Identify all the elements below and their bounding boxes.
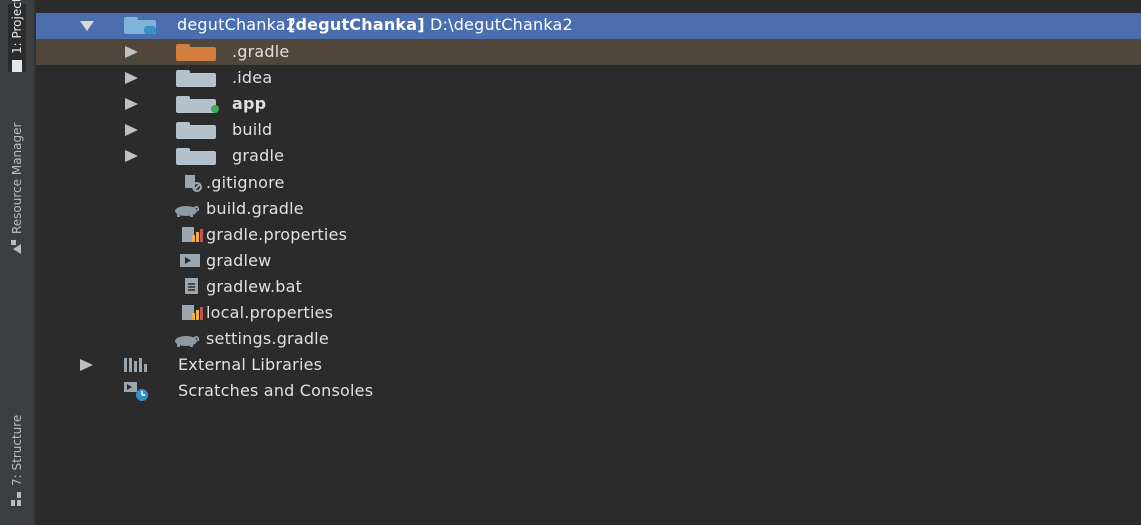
- tree-item-label: External Libraries: [178, 355, 323, 374]
- root-path: D:\degutChanka2: [430, 15, 573, 34]
- tree-item-label: build: [232, 120, 273, 139]
- resource-manager-icon: [9, 240, 26, 254]
- tool-window-strip: 1: Project Resource Manager 7: Structure: [0, 0, 34, 525]
- module-dot-icon: [211, 105, 219, 113]
- tree-item-label: gradle: [232, 146, 285, 165]
- tree-scratches[interactable]: Scratches and Consoles: [36, 378, 1141, 404]
- gradle-elephant-icon: [175, 336, 200, 347]
- tab-structure[interactable]: 7: Structure: [8, 406, 26, 506]
- scratches-icon: [124, 382, 148, 401]
- tree-item-label: build.gradle: [206, 199, 304, 218]
- tree-item-app[interactable]: app: [36, 91, 1141, 117]
- root-module: [degutChanka]: [288, 15, 425, 34]
- tree-item-build-gradle[interactable]: build.gradle: [36, 196, 1141, 222]
- tab-resource-manager-label: Resource Manager: [10, 122, 24, 234]
- tree-item-gradlew-bat[interactable]: gradlew.bat: [36, 274, 1141, 300]
- folder-icon: [176, 148, 216, 165]
- tree-item-gitignore[interactable]: .gitignore: [36, 170, 1141, 196]
- tree-item-settings-gradle[interactable]: settings.gradle: [36, 326, 1141, 352]
- tree-item-gradlew[interactable]: gradlew: [36, 248, 1141, 274]
- tree-item-label: gradlew: [206, 251, 272, 270]
- library-icon: [124, 358, 147, 372]
- tree-item-label: Scratches and Consoles: [178, 381, 374, 400]
- tree-item-label: gradlew.bat: [206, 277, 303, 296]
- project-tree: degutChanka2 [degutChanka] D:\degutChank…: [36, 0, 1141, 525]
- root-name: degutChanka2: [177, 15, 297, 34]
- expand-arrow-icon[interactable]: [125, 46, 138, 58]
- expand-arrow-icon[interactable]: [125, 150, 138, 162]
- expand-arrow-icon[interactable]: [80, 359, 93, 371]
- collapse-arrow-icon[interactable]: [80, 21, 94, 31]
- folder-orange-icon: [176, 44, 216, 61]
- tree-item-label: app: [232, 94, 267, 113]
- tree-external-libraries[interactable]: External Libraries: [36, 352, 1141, 378]
- module-folder-icon: [176, 96, 216, 113]
- properties-file-icon: [182, 305, 203, 320]
- tree-item-local-properties[interactable]: local.properties: [36, 300, 1141, 326]
- expand-arrow-icon[interactable]: [125, 124, 138, 136]
- properties-file-icon: [182, 227, 203, 242]
- gradle-elephant-icon: [175, 206, 200, 217]
- ignore-file-icon: [185, 175, 202, 192]
- expand-arrow-icon[interactable]: [125, 72, 138, 84]
- tree-item-gradle-properties[interactable]: gradle.properties: [36, 222, 1141, 248]
- tab-structure-label: 7: Structure: [10, 414, 24, 486]
- folder-icon: [176, 122, 216, 139]
- tree-item-label: gradle.properties: [206, 225, 348, 244]
- tree-item-label: .gradle: [232, 42, 290, 61]
- module-badge-icon: [144, 26, 156, 34]
- expand-arrow-icon[interactable]: [125, 98, 138, 110]
- tree-item-label: .idea: [232, 68, 273, 87]
- tree-item-idea[interactable]: .idea: [36, 65, 1141, 91]
- tree-item-build[interactable]: build: [36, 117, 1141, 143]
- tab-project[interactable]: 1: Project: [8, 0, 26, 72]
- structure-icon: [9, 492, 26, 506]
- project-icon: [10, 60, 25, 72]
- tree-item-label: local.properties: [206, 303, 334, 322]
- tree-item-label: settings.gradle: [206, 329, 329, 348]
- tree-item-gradle-dir[interactable]: .gradle: [36, 39, 1141, 65]
- folder-icon: [176, 70, 216, 87]
- shell-script-icon: [180, 254, 200, 267]
- text-file-icon: [185, 278, 198, 294]
- tree-root-row[interactable]: degutChanka2 [degutChanka] D:\degutChank…: [36, 13, 1141, 39]
- tree-item-gradle[interactable]: gradle: [36, 143, 1141, 169]
- tree-item-label: .gitignore: [206, 173, 285, 192]
- tab-resource-manager[interactable]: Resource Manager: [8, 94, 26, 254]
- tab-project-label: 1: Project: [10, 0, 24, 54]
